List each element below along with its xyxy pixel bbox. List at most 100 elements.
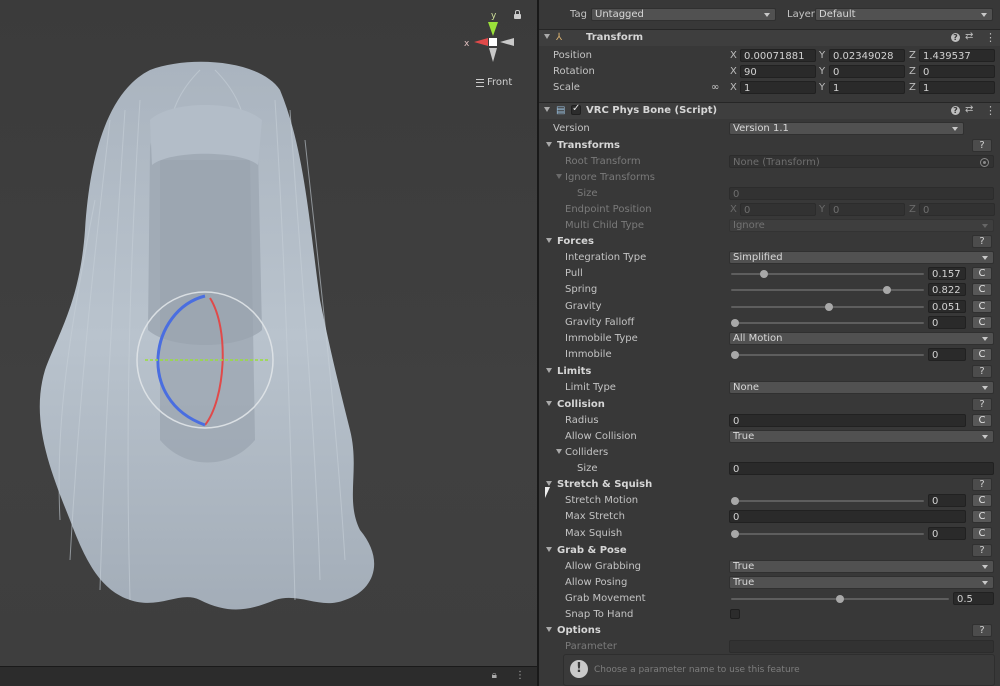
preset-icon[interactable]: ⇄ <box>965 32 975 42</box>
link-icon[interactable]: ∞ <box>711 82 719 93</box>
limit-type-dropdown[interactable]: None <box>729 381 994 394</box>
max-squish-curve-button[interactable]: C <box>972 527 992 540</box>
options-help-button[interactable]: ? <box>972 624 992 637</box>
forces-section-header[interactable]: Forces ? <box>539 234 1000 250</box>
collision-help-button[interactable]: ? <box>972 398 992 411</box>
pull-value-field[interactable]: 0.157 <box>928 267 966 280</box>
stretch-motion-value-field[interactable]: 0 <box>928 494 966 507</box>
radius-field[interactable]: 0 <box>729 414 966 427</box>
immobile-value-field[interactable]: 0 <box>928 348 966 361</box>
fold-arrow-icon[interactable] <box>546 481 552 486</box>
more-icon[interactable]: ⋮ <box>985 104 996 117</box>
allow-posing-dropdown[interactable]: True <box>729 576 994 589</box>
scale-z-field[interactable]: 1 <box>919 81 995 94</box>
radius-curve-button[interactable]: C <box>972 414 992 427</box>
colliders-size-field[interactable]: 0 <box>729 462 994 475</box>
ignore-size-field[interactable]: 0 <box>729 187 994 200</box>
grab-movement-slider-thumb[interactable] <box>836 595 844 603</box>
version-dropdown[interactable]: Version 1.1 <box>729 122 964 135</box>
gravity-curve-button[interactable]: C <box>972 300 992 313</box>
stretch-motion-curve-button[interactable]: C <box>972 494 992 507</box>
fold-arrow-icon[interactable] <box>546 547 552 552</box>
pull-slider-thumb[interactable] <box>760 270 769 278</box>
immobile-slider-thumb[interactable] <box>731 351 739 359</box>
fold-arrow-icon[interactable] <box>546 368 552 373</box>
transforms-section-header[interactable]: Transforms ? <box>539 138 1000 154</box>
collision-section-header[interactable]: Collision ? <box>539 397 1000 413</box>
fold-arrow-icon[interactable] <box>556 174 562 179</box>
endpoint-y-field[interactable]: 0 <box>829 203 905 216</box>
physbone-header[interactable]: ▤ VRC Phys Bone (Script) ? ⇄ ⋮ <box>539 102 1000 119</box>
preset-icon[interactable]: ⇄ <box>965 105 975 115</box>
max-stretch-field[interactable]: 0 <box>729 510 966 523</box>
root-transform-field[interactable]: None (Transform) <box>729 155 994 168</box>
grab-help-button[interactable]: ? <box>972 544 992 557</box>
stretch-help-button[interactable]: ? <box>972 478 992 491</box>
max-squish-slider[interactable] <box>731 533 924 535</box>
more-icon[interactable]: ⋮ <box>985 31 996 44</box>
limits-section-header[interactable]: Limits ? <box>539 364 1000 380</box>
scale-y-field[interactable]: 1 <box>829 81 905 94</box>
view-mode-label[interactable]: Front <box>476 77 512 88</box>
scale-x-field[interactable]: 1 <box>740 81 816 94</box>
lock-icon[interactable] <box>514 10 521 19</box>
scene-view[interactable]: y x Front 🔒︎ ⋮ <box>0 0 537 686</box>
position-z-field[interactable]: 1.439537 <box>919 49 995 62</box>
transforms-help-button[interactable]: ? <box>972 139 992 152</box>
gizmo-y-cone[interactable] <box>488 22 498 36</box>
max-squish-slider-thumb[interactable] <box>731 530 739 538</box>
gravity-value-field[interactable]: 0.051 <box>928 300 966 313</box>
position-y-field[interactable]: 0.02349028 <box>829 49 905 62</box>
spring-slider-thumb[interactable] <box>883 286 892 294</box>
gravity-slider-thumb[interactable] <box>825 303 834 311</box>
fold-arrow-icon[interactable] <box>544 107 550 112</box>
fold-arrow-icon[interactable] <box>544 34 550 39</box>
options-section-header[interactable]: Options ? <box>539 623 1000 639</box>
endpoint-x-field[interactable]: 0 <box>740 203 816 216</box>
grab-movement-value-field[interactable]: 0.5 <box>953 592 994 605</box>
help-icon[interactable]: ? <box>951 106 960 115</box>
allow-grabbing-dropdown[interactable]: True <box>729 560 994 573</box>
immobile-slider[interactable] <box>731 354 924 356</box>
rotation-x-field[interactable]: 90 <box>740 65 816 78</box>
gizmo-x-cone[interactable] <box>474 38 488 46</box>
rotation-y-field[interactable]: 0 <box>829 65 905 78</box>
orientation-gizmo[interactable]: y x <box>458 8 528 88</box>
spring-curve-button[interactable]: C <box>972 283 992 296</box>
gizmo-neg-x-cone[interactable] <box>500 38 514 46</box>
stretch-motion-slider[interactable] <box>731 500 924 502</box>
limits-help-button[interactable]: ? <box>972 365 992 378</box>
fold-arrow-icon[interactable] <box>546 401 552 406</box>
pull-curve-button[interactable]: C <box>972 267 992 280</box>
fold-arrow-icon[interactable] <box>546 238 552 243</box>
spring-value-field[interactable]: 0.822 <box>928 283 966 296</box>
snap-to-hand-checkbox[interactable] <box>730 609 740 619</box>
transform-header[interactable]: ⅄ Transform ? ⇄ ⋮ <box>539 29 1000 46</box>
help-icon[interactable]: ? <box>951 33 960 42</box>
fold-arrow-icon[interactable] <box>546 627 552 632</box>
lock-icon[interactable]: 🔒︎ <box>492 670 497 681</box>
parameter-field[interactable] <box>729 640 994 653</box>
stretch-section-header[interactable]: Stretch & Squish ? <box>539 477 1000 493</box>
multi-child-dropdown[interactable]: Ignore <box>729 219 994 232</box>
immobile-type-dropdown[interactable]: All Motion <box>729 332 994 345</box>
position-x-field[interactable]: 0.00071881 <box>740 49 816 62</box>
gravity-falloff-slider[interactable] <box>731 322 924 324</box>
integration-type-dropdown[interactable]: Simplified <box>729 251 994 264</box>
spring-slider[interactable] <box>731 289 924 291</box>
endpoint-z-field[interactable]: 0 <box>919 203 995 216</box>
forces-help-button[interactable]: ? <box>972 235 992 248</box>
tag-dropdown[interactable]: Untagged <box>591 8 776 21</box>
more-options-icon[interactable]: ⋮ <box>515 670 525 681</box>
stretch-motion-slider-thumb[interactable] <box>731 497 739 505</box>
gravity-falloff-curve-button[interactable]: C <box>972 316 992 329</box>
gizmo-center-cube[interactable] <box>489 38 497 46</box>
object-picker-icon[interactable] <box>980 158 989 167</box>
gravity-falloff-slider-thumb[interactable] <box>731 319 739 327</box>
rotation-z-field[interactable]: 0 <box>919 65 995 78</box>
allow-collision-dropdown[interactable]: True <box>729 430 994 443</box>
colliders-row[interactable]: Colliders <box>539 445 1000 461</box>
fold-arrow-icon[interactable] <box>556 449 562 454</box>
fold-arrow-icon[interactable] <box>546 142 552 147</box>
grab-section-header[interactable]: Grab & Pose ? <box>539 543 1000 559</box>
